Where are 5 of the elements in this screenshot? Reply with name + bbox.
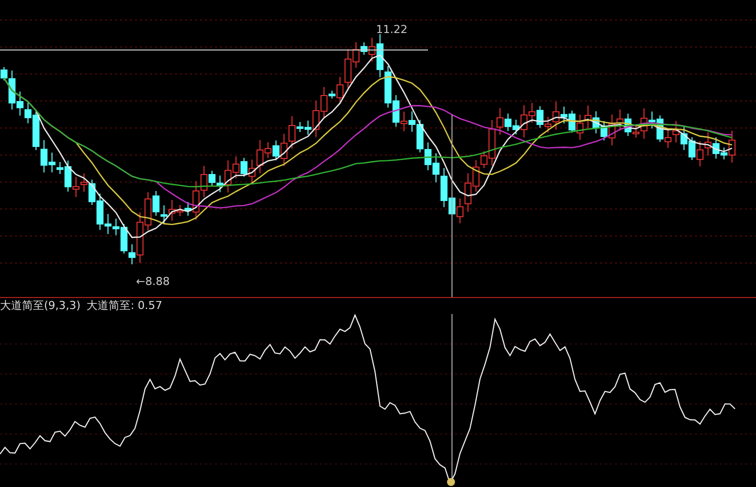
indicator-reading: 大道简至: 0.57 [86, 299, 162, 314]
low-price-label: ←8.88 [136, 275, 170, 288]
high-price-label: 11.22 [376, 23, 408, 36]
indicator-name: 大道简至(9,3,3) [0, 299, 81, 314]
signal-marker-icon [447, 478, 455, 486]
